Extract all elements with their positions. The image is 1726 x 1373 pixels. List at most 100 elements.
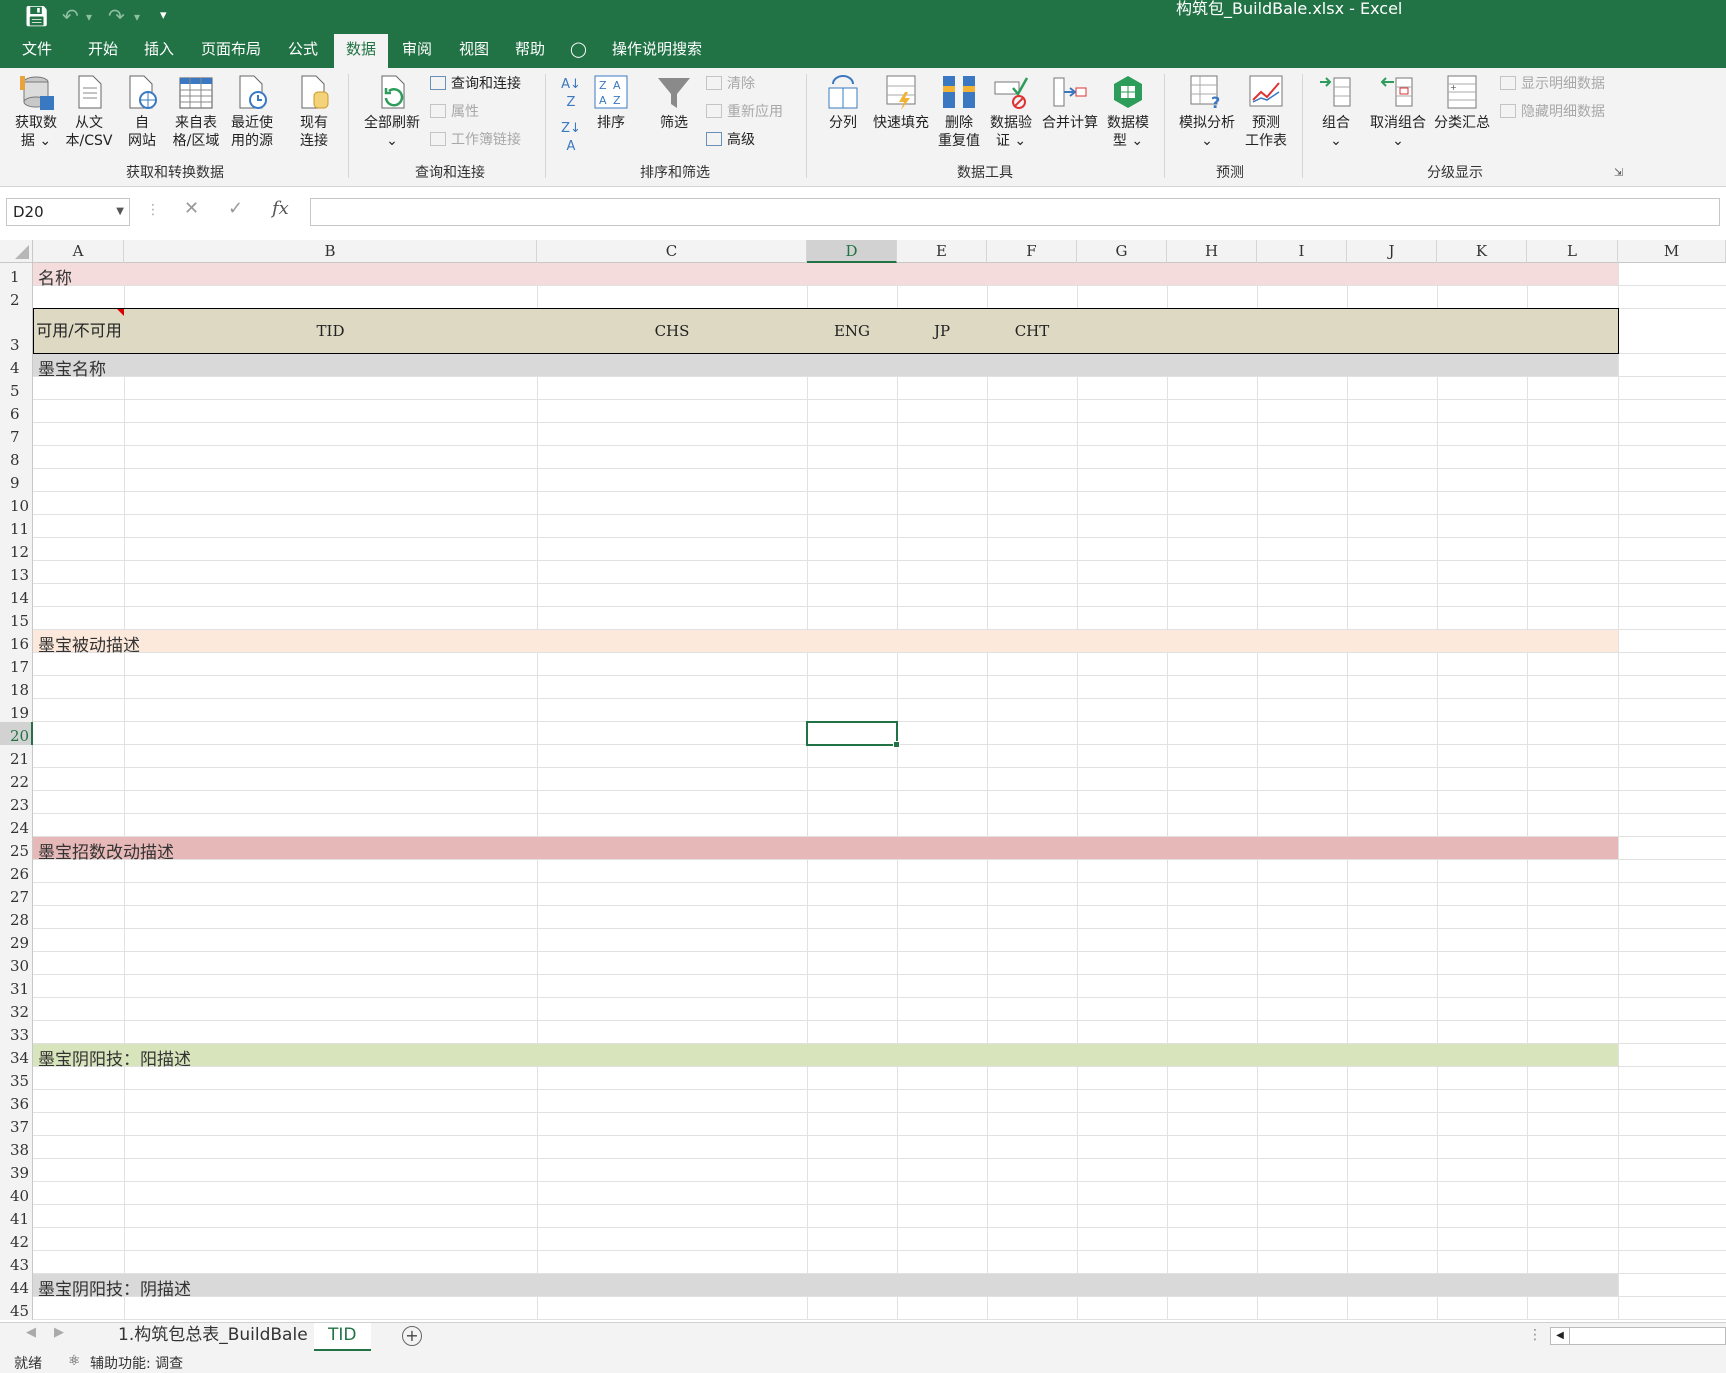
forecast-sheet-button[interactable]: 预测 工作表 [1240, 74, 1292, 150]
row-header-41[interactable]: 41 [0, 1205, 33, 1228]
row-header-31[interactable]: 31 [0, 975, 33, 998]
row-header-24[interactable]: 24 [0, 814, 33, 837]
select-all-button[interactable] [0, 240, 33, 263]
header-cell-a[interactable]: 可用/不可用 [33, 308, 125, 354]
redo-dropdown-icon[interactable]: ▾ [134, 10, 140, 24]
existing-connections-button[interactable]: 现有 连接 [290, 74, 338, 150]
worksheet-grid[interactable]: A B C D E F G H I J K L M 1 2 3 4 5 6 7 8 9 10 11 12 13 14 15 16 17 18… [0, 240, 1726, 1322]
customize-qat-icon[interactable]: ▾ [160, 8, 167, 23]
dialog-launcher-icon[interactable]: ⇲ [1614, 166, 1623, 179]
tab-view[interactable]: 视图 [447, 34, 501, 68]
row-header-6[interactable]: 6 [0, 400, 33, 423]
row-header-32[interactable]: 32 [0, 998, 33, 1021]
row-header-15[interactable]: 15 [0, 607, 33, 630]
tab-insert[interactable]: 插入 [132, 34, 186, 68]
prev-sheet-icon[interactable]: ◀ [26, 1325, 36, 1340]
save-icon[interactable]: 💾︎ [24, 4, 49, 28]
next-sheet-icon[interactable]: ▶ [54, 1325, 64, 1340]
group-button[interactable]: 组合 ⌄ [1312, 74, 1360, 150]
clear-filter-button[interactable]: 清除 [706, 74, 755, 94]
row-header-34[interactable]: 34 [0, 1044, 33, 1067]
reapply-button[interactable]: 重新应用 [706, 102, 783, 122]
row-header-4[interactable]: 4 [0, 354, 33, 377]
row-header-17[interactable]: 17 [0, 653, 33, 676]
row-header-1[interactable]: 1 [0, 263, 33, 286]
row-header-44[interactable]: 44 [0, 1274, 33, 1297]
row-header-3[interactable]: 3 [0, 309, 33, 354]
splitter-icon[interactable]: ⋮ [1528, 1327, 1542, 1343]
column-header-j[interactable]: J [1347, 240, 1437, 263]
row-header-38[interactable]: 38 [0, 1136, 33, 1159]
section-label-row-25[interactable]: 墨宝招数改动描述 [38, 838, 174, 863]
row-header-7[interactable]: 7 [0, 423, 33, 446]
row-header-16[interactable]: 16 [0, 630, 33, 653]
row-header-13[interactable]: 13 [0, 561, 33, 584]
from-web-button[interactable]: 自 网站 [120, 74, 164, 150]
header-cell-e[interactable]: JP [897, 308, 988, 354]
tab-review[interactable]: 审阅 [390, 34, 444, 68]
column-header-e[interactable]: E [897, 240, 987, 263]
horizontal-scrollbar[interactable]: ◀ [1550, 1327, 1726, 1345]
row-header-27[interactable]: 27 [0, 883, 33, 906]
tell-me-search[interactable]: 操作说明搜索 [612, 34, 702, 68]
header-cell-c[interactable]: CHS [537, 308, 808, 354]
undo-dropdown-icon[interactable]: ▾ [86, 10, 92, 24]
insert-function-icon[interactable]: fx [272, 198, 289, 219]
filter-button[interactable]: 筛选 [650, 74, 698, 132]
edit-links-button[interactable]: 工作簿链接 [430, 130, 521, 150]
tab-formulas[interactable]: 公式 [276, 34, 330, 68]
tab-page-layout[interactable]: 页面布局 [189, 34, 273, 68]
header-cell-j[interactable] [1347, 308, 1438, 354]
refresh-all-button[interactable]: 全部刷新 ⌄ [358, 74, 426, 150]
column-header-i[interactable]: I [1257, 240, 1347, 263]
from-table-button[interactable]: 来自表 格/区域 [168, 74, 224, 150]
what-if-analysis-button[interactable]: ? 模拟分析 ⌄ [1172, 74, 1242, 150]
row-header-9[interactable]: 9 [0, 469, 33, 492]
header-cell-d[interactable]: ENG [807, 308, 898, 354]
advanced-filter-button[interactable]: 高级 [706, 130, 755, 150]
ungroup-button[interactable]: 取消组合 ⌄ [1364, 74, 1432, 150]
header-cell-i[interactable] [1257, 308, 1348, 354]
formula-input[interactable] [310, 198, 1720, 226]
recent-sources-button[interactable]: 最近使 用的源 [226, 74, 278, 150]
name-box[interactable]: D20 ▼ [6, 198, 130, 226]
column-header-c[interactable]: C [537, 240, 807, 263]
row-header-5[interactable]: 5 [0, 377, 33, 400]
row-header-30[interactable]: 30 [0, 952, 33, 975]
row-header-23[interactable]: 23 [0, 791, 33, 814]
column-header-f[interactable]: F [987, 240, 1077, 263]
row-header-26[interactable]: 26 [0, 860, 33, 883]
properties-button[interactable]: 属性 [430, 102, 479, 122]
row-header-42[interactable]: 42 [0, 1228, 33, 1251]
column-header-g[interactable]: G [1077, 240, 1167, 263]
queries-connections-button[interactable]: 查询和连接 [430, 74, 521, 94]
scroll-left-icon[interactable]: ◀ [1551, 1328, 1570, 1344]
row-header-35[interactable]: 35 [0, 1067, 33, 1090]
row-header-14[interactable]: 14 [0, 584, 33, 607]
row-header-43[interactable]: 43 [0, 1251, 33, 1274]
row-header-29[interactable]: 29 [0, 929, 33, 952]
header-cell-b[interactable]: TID [124, 308, 538, 354]
row-header-39[interactable]: 39 [0, 1159, 33, 1182]
add-sheet-icon[interactable]: + [402, 1326, 422, 1346]
header-cell-f[interactable]: CHT [987, 308, 1078, 354]
section-label-row-1[interactable]: 名称 [38, 264, 72, 289]
sort-descending-button[interactable]: Z↓ A [558, 120, 584, 156]
section-label-row-44[interactable]: 墨宝阴阳技：阴描述 [38, 1275, 191, 1300]
tab-help[interactable]: 帮助 [503, 34, 557, 68]
row-header-40[interactable]: 40 [0, 1182, 33, 1205]
subtotal-button[interactable]: + 分类汇总 [1430, 74, 1494, 132]
data-validation-button[interactable]: 数据验 证 ⌄ [986, 74, 1036, 150]
consolidate-button[interactable]: 合并计算 [1040, 74, 1100, 132]
row-header-28[interactable]: 28 [0, 906, 33, 929]
tab-data[interactable]: 数据 [334, 34, 388, 68]
row-header-20[interactable]: 20 [0, 722, 33, 745]
row-header-22[interactable]: 22 [0, 768, 33, 791]
text-to-columns-button[interactable]: 分列 [818, 74, 868, 132]
tab-home[interactable]: 开始 [76, 34, 130, 68]
header-cell-k[interactable] [1437, 308, 1528, 354]
header-cell-h[interactable] [1167, 308, 1258, 354]
row-header-45[interactable]: 45 [0, 1297, 33, 1320]
name-box-dropdown-icon[interactable]: ▼ [116, 199, 124, 225]
from-text-csv-button[interactable]: 从文 本/CSV [62, 74, 116, 150]
